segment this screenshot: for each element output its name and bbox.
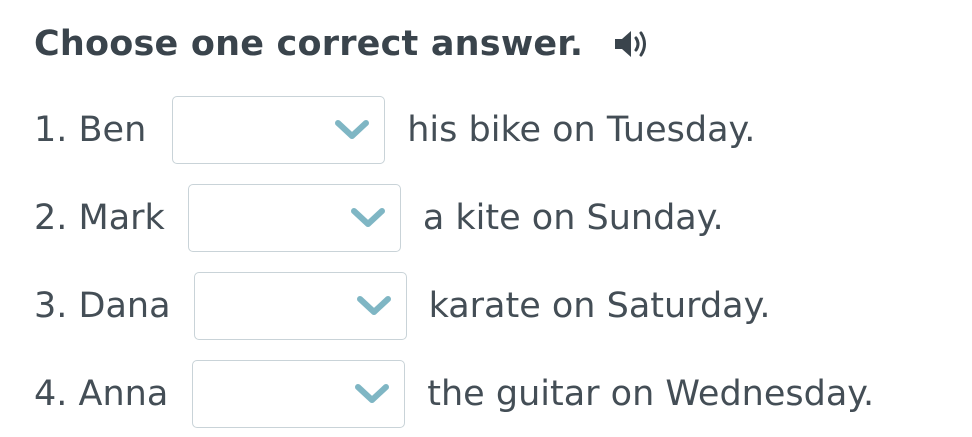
question-row-2: 2. Mark a kite on Sunday. bbox=[34, 183, 724, 253]
question-lead: 3. Dana bbox=[34, 286, 171, 326]
answer-dropdown-2[interactable] bbox=[187, 184, 401, 252]
question-tail: the guitar on Wednesday. bbox=[427, 374, 875, 414]
question-lead: 4. Anna bbox=[34, 374, 169, 414]
speaker-icon[interactable] bbox=[611, 24, 651, 64]
chevron-down-icon bbox=[334, 118, 370, 142]
question-row-3: 3. Dana karate on Saturday. bbox=[34, 271, 770, 341]
chevron-down-icon bbox=[354, 382, 390, 406]
chevron-down-icon bbox=[350, 206, 386, 230]
answer-dropdown-1[interactable] bbox=[172, 96, 386, 164]
instruction-header: Choose one correct answer. bbox=[34, 18, 651, 70]
question-row-1: 1. Ben his bike on Tuesday. bbox=[34, 95, 755, 165]
answer-dropdown-3[interactable] bbox=[193, 272, 407, 340]
chevron-down-icon bbox=[356, 294, 392, 318]
question-lead: 1. Ben bbox=[34, 110, 147, 150]
question-tail: a kite on Sunday. bbox=[422, 198, 724, 238]
answer-dropdown-4[interactable] bbox=[192, 360, 406, 428]
question-tail: his bike on Tuesday. bbox=[407, 110, 756, 150]
question-tail: karate on Saturday. bbox=[428, 286, 771, 326]
page-title: Choose one correct answer. bbox=[34, 24, 584, 64]
question-row-4: 4. Anna the guitar on Wednesday. bbox=[34, 359, 874, 429]
question-lead: 2. Mark bbox=[34, 198, 165, 238]
